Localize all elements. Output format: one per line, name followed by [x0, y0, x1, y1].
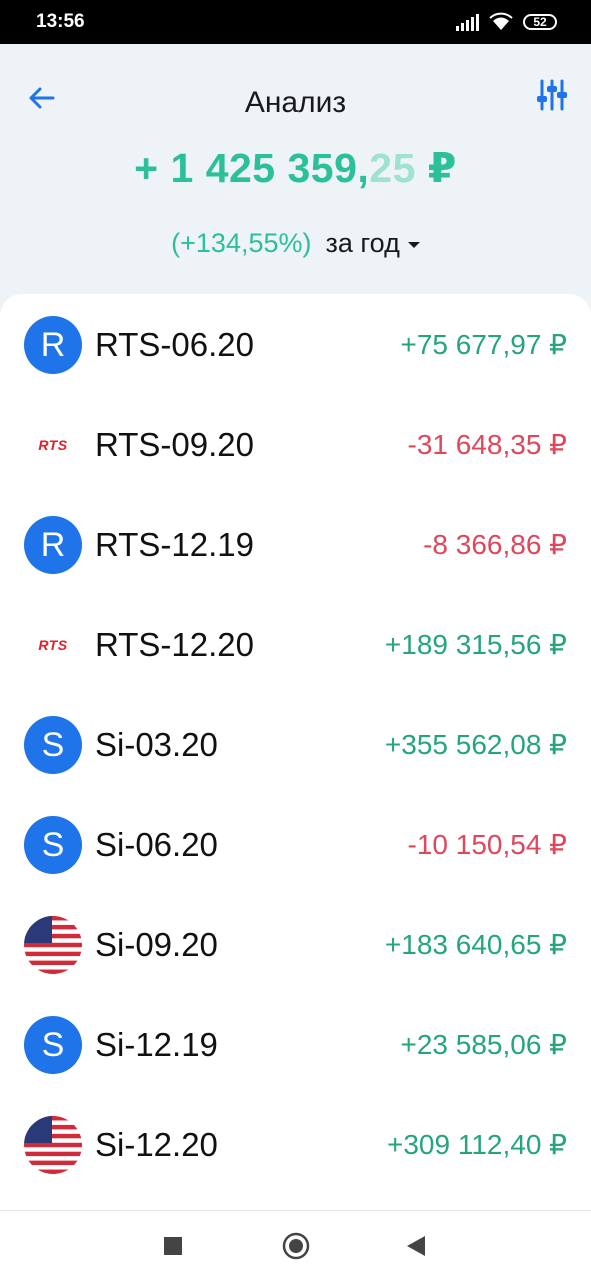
instrument-list: R RTS-06.20 +75 677,97 ₽ RTS RTS-09.20 -31 64… [0, 294, 591, 1210]
instrument-row[interactable]: R RTS-12.19 -8 366,86 ₽ [0, 494, 591, 594]
instrument-icon-label: RTS [38, 437, 68, 453]
signal-icon [456, 13, 479, 31]
instrument-row[interactable]: S Si-03.20 +355 562,08 ₽ [0, 694, 591, 794]
home-button[interactable] [282, 1232, 310, 1265]
us-flag-image [24, 1116, 82, 1174]
instrument-name: RTS-06.20 [95, 326, 254, 363]
instrument-name: RTS-12.20 [95, 626, 254, 663]
instrument-name: Si-12.20 [95, 1126, 218, 1163]
total-profit-main: + 1 425 359, [134, 145, 370, 191]
instrument-profit: +189 315,56 ₽ [384, 629, 567, 660]
instrument-icon-label: S [24, 716, 82, 774]
instrument-profit: +75 677,97 ₽ [400, 329, 567, 360]
total-profit: + 1 425 359,25 ₽ [0, 144, 591, 192]
battery-icon: 52 [523, 14, 557, 30]
instrument-row[interactable]: S Si-12.19 +23 585,06 ₽ [0, 994, 591, 1094]
instrument-row[interactable]: S Si-06.20 -10 150,54 ₽ [0, 794, 591, 894]
instrument-icon-label: R [24, 316, 82, 374]
instrument-name: RTS-09.20 [95, 426, 254, 463]
page-title: Анализ [244, 86, 347, 119]
back-nav-button[interactable] [406, 1235, 426, 1262]
us-flag-icon [24, 916, 82, 974]
instrument-name: Si-09.20 [95, 926, 218, 963]
us-flag-image [24, 916, 82, 974]
instrument-icon-label: S [24, 1016, 82, 1074]
recents-button[interactable] [164, 1237, 182, 1260]
status-icons: 52 [456, 12, 557, 32]
instrument-name: Si-03.20 [95, 726, 218, 763]
period-row: (+134,55%) за год [0, 228, 591, 259]
instrument-profit: -31 648,35 ₽ [407, 429, 567, 460]
instrument-row[interactable]: RTS RTS-12.20 +189 315,56 ₽ [0, 594, 591, 694]
caret-down-icon [407, 241, 420, 248]
instrument-name: Si-06.20 [95, 826, 218, 863]
wifi-icon [489, 12, 513, 30]
instrument-profit: +309 112,40 ₽ [386, 1129, 567, 1160]
letter-r-circle-icon: R [24, 516, 82, 574]
instrument-profit: -10 150,54 ₽ [407, 829, 567, 860]
instrument-row[interactable]: R RTS-06.20 +75 677,97 ₽ [0, 294, 591, 394]
total-profit-kopecks: 25 [369, 145, 416, 191]
battery-level: 52 [533, 15, 547, 29]
instrument-icon-label: S [24, 816, 82, 874]
instrument-row[interactable]: RTS RTS-09.20 -31 648,35 ₽ [0, 394, 591, 494]
instrument-name: RTS-12.19 [95, 526, 254, 563]
letter-s-circle-icon: S [24, 1016, 82, 1074]
instrument-name: Si-12.19 [95, 1026, 218, 1063]
status-bar: 13:56 52 [0, 0, 591, 44]
triangle-back-icon [407, 1236, 425, 1256]
total-profit-currency: ₽ [415, 145, 457, 191]
instrument-profit: +183 640,65 ₽ [384, 929, 567, 960]
rts-logo-icon: RTS [24, 416, 82, 474]
instrument-icon-label: R [24, 516, 82, 574]
rts-logo-icon: RTS [24, 616, 82, 674]
status-time: 13:56 [36, 11, 85, 32]
instrument-profit: -8 366,86 ₽ [423, 529, 567, 560]
instrument-profit: +23 585,06 ₽ [400, 1029, 567, 1060]
total-percent: (+134,55%) [171, 228, 312, 258]
filter-settings-button[interactable] [535, 78, 569, 112]
instrument-row[interactable]: Si-09.20 +183 640,65 ₽ [0, 894, 591, 994]
square-icon [164, 1237, 182, 1255]
letter-s-circle-icon: S [24, 716, 82, 774]
circle-home-icon [282, 1232, 310, 1260]
period-dropdown[interactable]: за год [326, 228, 420, 259]
letter-s-circle-icon: S [24, 816, 82, 874]
analysis-header: Анализ + 1 425 359,25 ₽ (+134,55%) за го… [0, 44, 591, 294]
us-flag-icon [24, 1116, 82, 1174]
instrument-row[interactable]: Si-12.20 +309 112,40 ₽ [0, 1094, 591, 1194]
instrument-profit: +355 562,08 ₽ [384, 729, 567, 760]
instrument-icon-label: RTS [38, 637, 68, 653]
system-navigation-bar [0, 1210, 591, 1281]
period-label: за год [325, 228, 400, 258]
letter-r-circle-icon: R [24, 316, 82, 374]
sliders-icon [537, 79, 567, 111]
